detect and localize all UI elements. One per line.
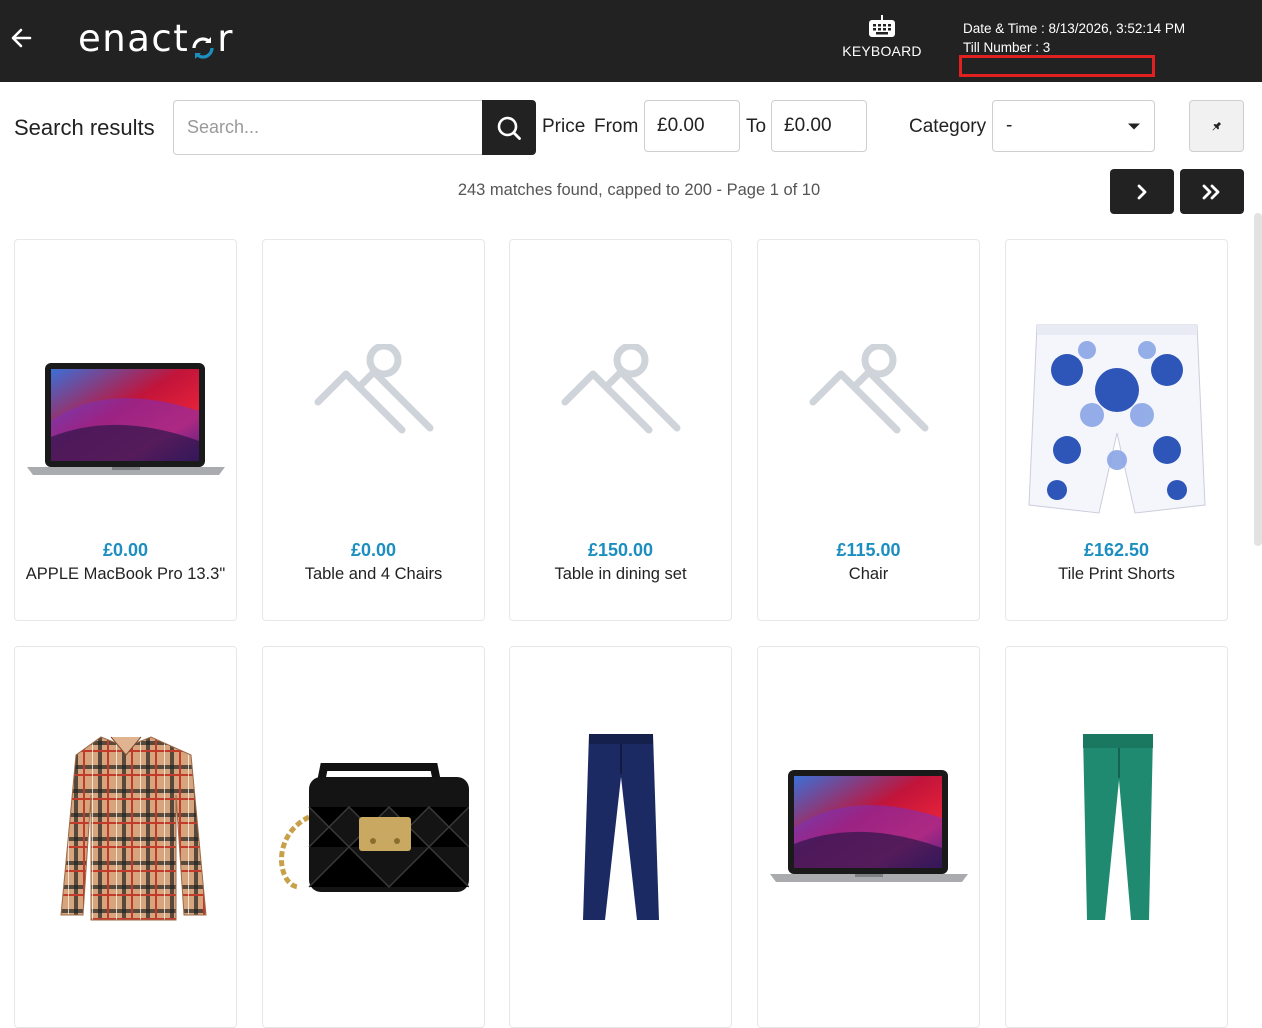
chevron-right-icon (1137, 184, 1147, 199)
price-from-label: From (594, 116, 639, 137)
last-page-button[interactable] (1180, 169, 1244, 214)
price-label: Price (542, 116, 586, 137)
keyboard-icon (869, 15, 895, 37)
product-name: Tile Print Shorts (1058, 565, 1175, 583)
scrollbar[interactable] (1254, 213, 1262, 546)
product-price: £0.00 (350, 540, 397, 560)
product-name: APPLE MacBook Pro 13.3" (25, 565, 226, 583)
product-name: Table in dining set (554, 565, 687, 583)
product-image (510, 687, 731, 967)
category-value: - (1006, 115, 1013, 136)
header-info: Date & Time : 8/13/2026, 3:52:14 PM Till… (963, 19, 1185, 57)
product-image (1006, 280, 1227, 560)
search-results-title: Search results (14, 115, 155, 140)
green-trousers-image (1082, 734, 1153, 920)
search-button[interactable] (482, 100, 536, 155)
product-card[interactable] (1005, 646, 1228, 1028)
image-placeholder-icon (561, 344, 680, 434)
laptop-image (769, 770, 968, 882)
image-placeholder-icon (809, 344, 928, 434)
product-price: £115.00 (836, 540, 901, 560)
back-arrow-icon[interactable] (8, 24, 36, 52)
product-image (15, 280, 236, 560)
keyboard-label: KEYBOARD (842, 43, 922, 59)
double-chevron-right-icon (1202, 184, 1220, 199)
category-select[interactable]: - (992, 100, 1155, 152)
product-card[interactable]: £115.00 Chair (757, 239, 980, 621)
navy-trousers-image (582, 734, 659, 920)
pin-icon (1212, 122, 1221, 131)
product-price: £0.00 (102, 540, 149, 560)
shorts-image (1027, 324, 1206, 514)
product-image (1006, 687, 1227, 967)
product-image (758, 687, 979, 967)
image-placeholder-icon (314, 344, 433, 434)
product-card[interactable] (757, 646, 980, 1028)
next-page-button[interactable] (1110, 169, 1174, 214)
chevron-down-icon (1128, 123, 1140, 129)
product-name: Table and 4 Chairs (304, 565, 443, 583)
product-price: £162.50 (1083, 540, 1150, 560)
enactor-logo: enac t r (78, 16, 234, 60)
keyboard-button[interactable]: KEYBOARD (836, 14, 928, 72)
product-price: £150.00 (587, 540, 654, 560)
highlight-box (959, 55, 1155, 77)
product-image (758, 300, 979, 480)
price-to-label: To (746, 116, 767, 137)
shirt-image (59, 736, 207, 921)
logo-refresh-icon (190, 27, 216, 59)
product-image (263, 300, 484, 480)
handbag-image (278, 763, 469, 892)
category-label: Category (909, 116, 987, 137)
product-image (510, 300, 731, 480)
search-icon (497, 116, 521, 140)
datetime-text: Date & Time : 8/13/2026, 3:52:14 PM (963, 21, 1186, 36)
product-image (15, 687, 236, 967)
product-card[interactable] (14, 646, 237, 1028)
pin-button[interactable] (1189, 100, 1244, 152)
results-summary: 243 matches found, capped to 200 - Page … (457, 181, 821, 199)
product-card[interactable]: £0.00 Table and 4 Chairs (262, 239, 485, 621)
app-header: enac t r KEYBOARD Date & Time : 8/13/2026… (0, 0, 1262, 82)
product-image (263, 687, 484, 967)
product-name: Chair (848, 565, 889, 583)
laptop-image (26, 363, 225, 475)
product-card[interactable]: £162.50 Tile Print Shorts (1005, 239, 1228, 621)
price-from-field[interactable]: £0.00 (644, 100, 740, 152)
search-input[interactable] (173, 100, 483, 155)
product-card[interactable] (509, 646, 732, 1028)
price-to-field[interactable]: £0.00 (771, 100, 867, 152)
product-card[interactable]: £0.00 APPLE MacBook Pro 13.3" (14, 239, 237, 621)
product-card[interactable]: £150.00 Table in dining set (509, 239, 732, 621)
product-card[interactable] (262, 646, 485, 1028)
